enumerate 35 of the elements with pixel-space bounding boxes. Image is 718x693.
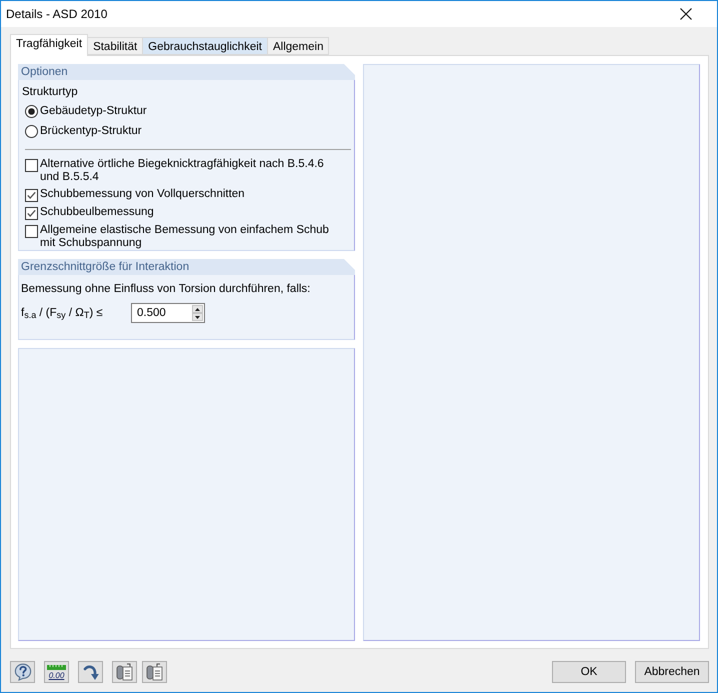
ruler-icon (47, 664, 66, 670)
checkbox[interactable] (25, 225, 38, 238)
checkbox-label: Schubbemessung von Vollquerschnitten (40, 188, 245, 201)
export-button[interactable] (112, 661, 137, 683)
group-header: Grenzschnittgröße für Interaktion (18, 259, 355, 275)
cancel-button[interactable]: Abbrechen (635, 661, 709, 683)
radio-label: Gebäudetyp-Struktur (40, 105, 147, 117)
condition-label: f$_{s.a}$ / (F$_{sy}$ / Ω$_{T}$) ≤ (21, 306, 104, 320)
curved-arrow-icon (82, 664, 98, 680)
radio-label: Brückentyp-Struktur (40, 125, 142, 137)
close-icon (680, 8, 692, 20)
checkbox-label: Schubbeulbemessung (40, 206, 154, 219)
help-button[interactable] (10, 661, 35, 683)
cylinder-document-icon (146, 663, 164, 681)
ok-button[interactable]: OK (552, 661, 626, 683)
radio-button[interactable] (25, 104, 38, 118)
tab[interactable]: Tragfähigkeit (10, 34, 88, 56)
tab[interactable]: Allgemein (266, 37, 330, 55)
decimal-places-button[interactable]: 0.00 (44, 661, 69, 683)
checkbox-label: Allgemeine elastische Bemessung von einfachem Schub mit Schubspannung (40, 224, 329, 250)
help-icon (14, 663, 32, 681)
checkbox[interactable] (25, 159, 38, 172)
field-label: Strukturtyp (22, 85, 79, 99)
checkbox-label: Alternative örtliche Biegeknicktragfähigkeit nach B.5.4.6 und B.5.5.4 (40, 158, 324, 184)
group-header: Optionen (18, 64, 355, 80)
checkbox[interactable] (25, 207, 38, 220)
tab[interactable]: Gebrauchstauglichkeit (142, 37, 268, 55)
radio-button[interactable] (25, 124, 38, 138)
window-title: Details - ASD 2010 (6, 7, 108, 21)
redo-button[interactable] (78, 661, 103, 683)
import-button[interactable] (142, 661, 167, 683)
cylinder-document-icon (116, 663, 134, 681)
description-text: Bemessung ohne Einfluss von Torsion durchführen, falls: (21, 282, 312, 296)
checkbox[interactable] (25, 189, 38, 202)
tab[interactable]: Stabilität (87, 37, 144, 55)
